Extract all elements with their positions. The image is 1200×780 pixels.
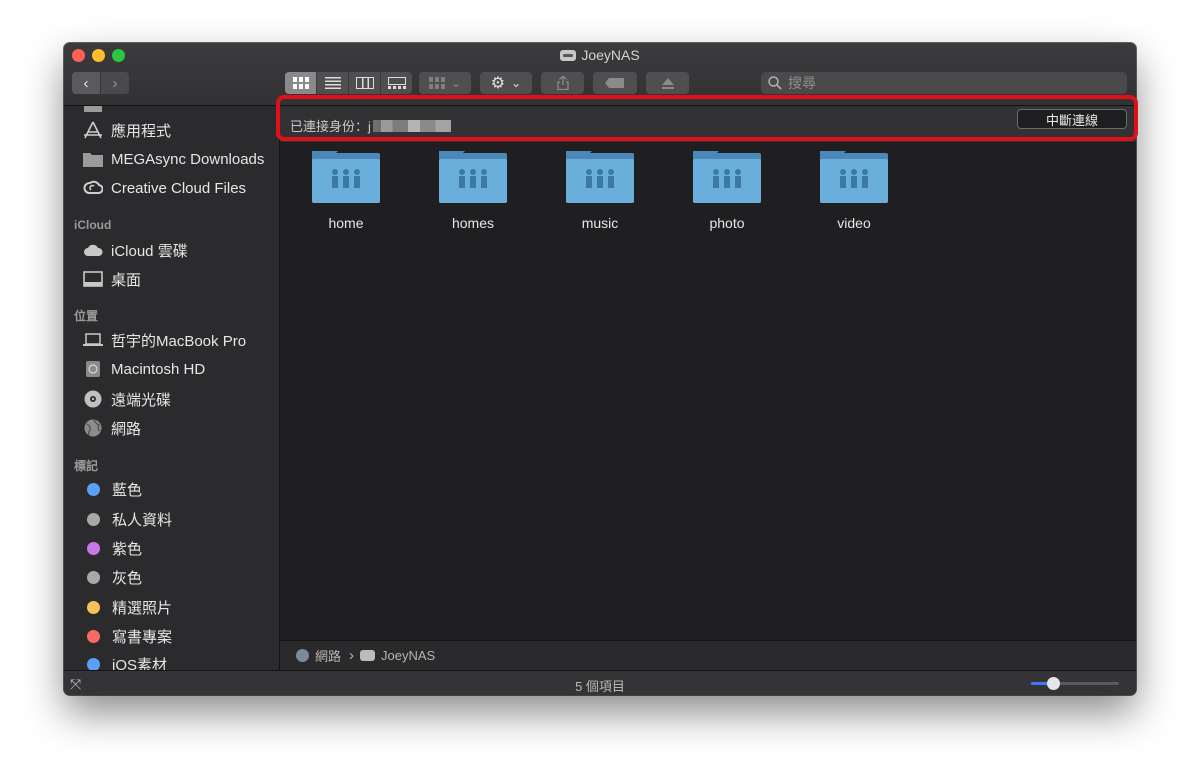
cloud-icon	[83, 241, 103, 259]
status-bar: ⤧ 5 個項目	[64, 670, 1136, 695]
sidebar: 應用程式 MEGAsync Downloads Creative Cloud F…	[64, 106, 280, 670]
tag-color-dot	[87, 657, 100, 670]
creative-cloud-icon	[83, 179, 103, 197]
chevron-down-icon: ⌄	[450, 76, 462, 90]
folder-photo[interactable]: photo	[677, 149, 777, 245]
shared-folder-icon	[820, 151, 888, 203]
eject-button[interactable]	[646, 72, 689, 94]
apps-icon	[83, 121, 103, 139]
tag-icon	[605, 78, 624, 88]
connection-bar: 已連接身份：j 中斷連線	[280, 106, 1136, 143]
tag-color-dot	[87, 629, 100, 643]
forward-button[interactable]: ›	[101, 72, 129, 94]
sidebar-tag-gray[interactable]: 灰色	[64, 564, 279, 590]
sidebar-section-icloud: iCloud	[74, 218, 112, 232]
folder-video[interactable]: video	[804, 149, 904, 245]
tags-button[interactable]	[593, 72, 637, 94]
list-icon	[324, 77, 341, 89]
folder-name: music	[581, 215, 619, 231]
sidebar-item-megasync-downloads[interactable]: MEGAsync Downloads	[64, 146, 279, 172]
sidebar-item-creative-cloud-files[interactable]: Creative Cloud Files	[64, 175, 279, 201]
tag-color-dot	[87, 482, 100, 496]
sidebar-item-desktop[interactable]: 桌面	[64, 266, 279, 292]
item-count: 5 個項目	[575, 679, 625, 694]
gallery-icon	[387, 77, 406, 89]
folder-name: homes	[451, 215, 495, 231]
search-field[interactable]	[761, 72, 1127, 94]
icon-view-button[interactable]	[285, 72, 317, 94]
grid-icon	[292, 77, 309, 89]
tag-color-dot	[87, 600, 100, 614]
sidebar-item-macintosh-hd[interactable]: Macintosh HD	[64, 356, 279, 382]
shared-folder-icon	[439, 151, 507, 203]
gallery-view-button[interactable]	[381, 72, 412, 94]
server-drive-icon	[360, 650, 376, 661]
path-bar: 網路 › JoeyNAS	[280, 640, 1136, 670]
path-separator: ›	[349, 647, 355, 664]
folder-home[interactable]: home	[296, 149, 396, 245]
list-view-button[interactable]	[317, 72, 349, 94]
sidebar-tag-ios-assets[interactable]: iOS素材	[64, 651, 279, 670]
disconnect-button[interactable]: 中斷連線	[1017, 109, 1127, 129]
desktop-icon	[83, 270, 103, 288]
shared-folder-icon	[566, 151, 634, 203]
shared-folder-icon	[693, 151, 761, 203]
view-mode-segmented-control	[285, 72, 412, 94]
sidebar-tag-purple[interactable]: 紫色	[64, 535, 279, 561]
folder-icon	[83, 106, 103, 114]
folder-icon	[83, 150, 103, 168]
back-button[interactable]: ‹	[72, 72, 100, 94]
sidebar-section-locations: 位置	[74, 309, 99, 323]
folder-name: video	[837, 215, 871, 231]
folder-homes[interactable]: homes	[423, 149, 523, 245]
blurred-username	[372, 120, 451, 132]
search-icon	[768, 76, 782, 90]
sidebar-item-network[interactable]: 網路	[64, 415, 279, 441]
optical-disc-icon	[83, 390, 103, 408]
finder-window: JoeyNAS ‹ › ⌄ ⚙ ⌄ 搜尋 應用程式 MEGAsync Downl…	[64, 43, 1136, 695]
sidebar-item-icloud-drive[interactable]: iCloud 雲碟	[64, 237, 279, 263]
path-item-server[interactable]: JoeyNAS	[381, 648, 435, 663]
folder-name: photo	[709, 215, 745, 231]
server-drive-icon	[560, 50, 577, 61]
icon-size-slider[interactable]	[1031, 677, 1119, 690]
eject-icon	[661, 77, 674, 89]
title-bar: JoeyNAS ‹ › ⌄ ⚙ ⌄	[64, 43, 1136, 106]
sidebar-tag-featured-photos[interactable]: 精選照片	[64, 594, 279, 620]
folder-music[interactable]: music	[550, 149, 650, 245]
sidebar-item-applications[interactable]: 應用程式	[64, 117, 279, 143]
chevron-down-icon: ⌄	[511, 76, 522, 90]
window-title: JoeyNAS	[64, 47, 1136, 63]
icon-size-slider-knob[interactable]	[1047, 677, 1060, 690]
share-icon	[556, 76, 569, 90]
sidebar-item-remote-disc[interactable]: 遠端光碟	[64, 386, 279, 412]
tag-color-dot	[87, 512, 100, 526]
action-menu-button[interactable]: ⚙ ⌄	[480, 72, 532, 94]
file-icon-grid: home homes music photo video	[280, 143, 1136, 621]
group-by-button[interactable]: ⌄	[419, 72, 471, 94]
connected-as-label: 已連接身份：j	[290, 116, 451, 135]
network-globe-icon	[296, 649, 309, 662]
shared-folder-icon	[312, 151, 380, 203]
share-button[interactable]	[541, 72, 584, 94]
group-grid-icon	[428, 77, 445, 89]
disk-icon	[83, 360, 103, 378]
path-item-network[interactable]: 網路	[315, 646, 341, 665]
search-input[interactable]	[788, 75, 1108, 91]
sidebar-tag-blue[interactable]: 藍色	[64, 476, 279, 502]
tag-color-dot	[87, 570, 100, 584]
sidebar-tag-book-project[interactable]: 寫書專案	[64, 623, 279, 649]
laptop-icon	[83, 331, 103, 349]
sidebar-tag-private[interactable]: 私人資料	[64, 506, 279, 532]
column-view-button[interactable]	[349, 72, 381, 94]
sidebar-section-tags: 標記	[74, 459, 99, 473]
columns-icon	[355, 77, 374, 89]
sidebar-item-macbook-pro[interactable]: 哲宇的MacBook Pro	[64, 327, 279, 353]
network-globe-icon	[83, 419, 103, 437]
gear-icon: ⚙	[490, 75, 506, 92]
tag-color-dot	[87, 541, 100, 555]
folder-name: home	[328, 215, 364, 231]
